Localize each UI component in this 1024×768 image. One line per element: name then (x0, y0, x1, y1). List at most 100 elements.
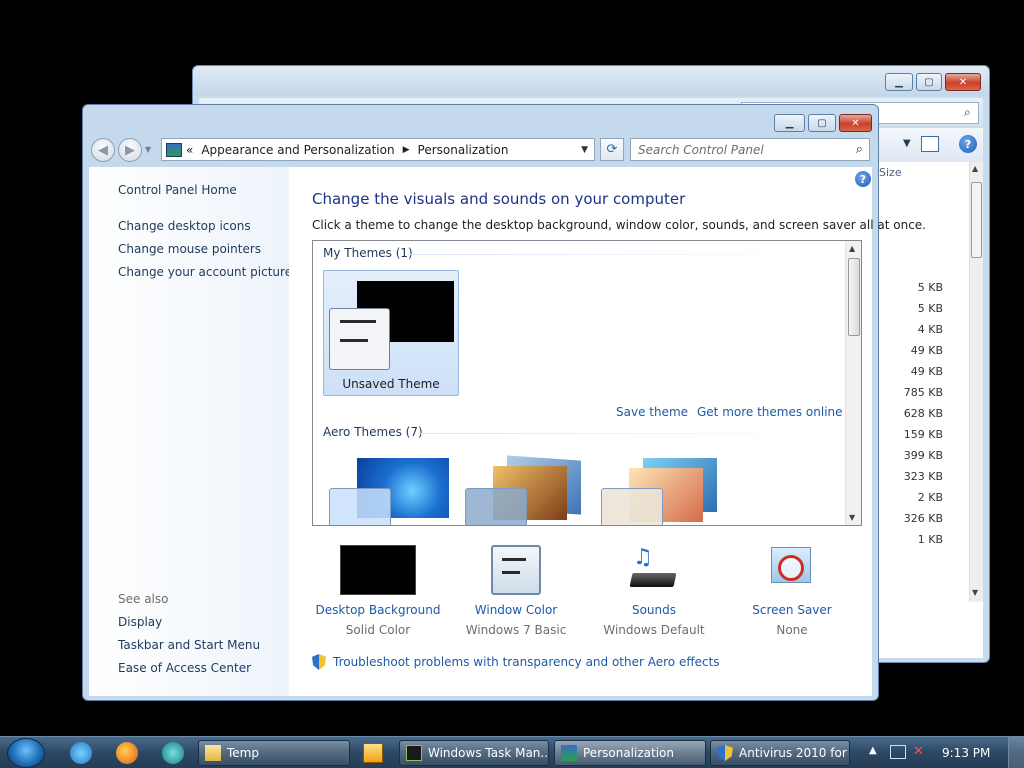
file-size-cell[interactable]: 326 KB (879, 512, 943, 525)
file-size-cell[interactable]: 49 KB (879, 344, 943, 357)
taskbar-button-task-manager[interactable]: Windows Task Man... (399, 740, 549, 766)
size-column-header[interactable]: Size (879, 166, 902, 179)
network-icon[interactable] (890, 745, 906, 759)
display-link[interactable]: Display (118, 615, 162, 629)
chevron-down-icon[interactable]: ▼ (903, 138, 911, 149)
taskbar-button-personalization[interactable]: Personalization (554, 740, 706, 766)
file-size-cell[interactable]: 4 KB (879, 323, 943, 336)
media-player-icon[interactable] (162, 742, 184, 764)
back-scroll-thumb[interactable] (971, 182, 982, 258)
file-size-cell[interactable]: 2 KB (879, 491, 943, 504)
back-maximize-button[interactable]: ▢ (916, 73, 942, 91)
sounds-link[interactable]: Sounds (584, 603, 724, 617)
taskbar-button-antivirus[interactable]: Antivirus 2010 for ... (710, 740, 850, 766)
taskbar-start-menu-link[interactable]: Taskbar and Start Menu (118, 638, 260, 652)
back-close-button[interactable]: ✕ (945, 73, 981, 91)
help-icon[interactable]: ? (959, 135, 977, 153)
change-mouse-pointers-link[interactable]: Change mouse pointers (118, 242, 261, 256)
preview-pane-icon[interactable] (921, 136, 939, 152)
aero-themes-heading[interactable]: Aero Themes (7) (323, 425, 423, 439)
personalization-window[interactable]: ▁ ▢ ✕ ◀ ▶ ▼ « Appearance and Personaliza… (82, 104, 926, 701)
themes-scrollbar[interactable]: ▲ ▼ (845, 241, 861, 525)
scroll-up-icon[interactable]: ▲ (849, 244, 855, 253)
recent-pages-icon[interactable]: ▼ (145, 145, 151, 154)
taskbar-label: Personalization (583, 746, 674, 760)
shield-icon (312, 654, 326, 670)
unsaved-theme-label: Unsaved Theme (342, 377, 440, 391)
breadcrumb-overflow[interactable]: « (186, 143, 193, 157)
windows7-theme-tile[interactable] (327, 458, 457, 525)
themes-list[interactable]: My Themes (1) Unsaved Theme Save theme G… (312, 240, 862, 526)
file-size-cell[interactable]: 785 KB (879, 386, 943, 399)
start-button[interactable] (7, 738, 45, 768)
save-theme-link[interactable]: Save theme (616, 405, 688, 419)
troubleshoot-row[interactable]: Troubleshoot problems with transparency … (312, 654, 720, 670)
internet-explorer-icon[interactable] (70, 742, 92, 764)
minimize-button[interactable]: ▁ (774, 114, 805, 132)
back-scrollbar[interactable]: ▲ ▼ (969, 162, 983, 602)
address-bar[interactable]: « Appearance and Personalization ▶ Perso… (161, 138, 595, 161)
file-size-cell[interactable]: 323 KB (879, 470, 943, 483)
media-icon[interactable] (363, 743, 383, 763)
address-dropdown-icon[interactable]: ▼ (581, 145, 588, 155)
clock[interactable]: 9:13 PM (942, 746, 990, 760)
troubleshoot-link[interactable]: Troubleshoot problems with transparency … (333, 655, 720, 669)
breadcrumb-personalization[interactable]: Personalization (418, 143, 509, 157)
file-size-cell[interactable]: 159 KB (879, 428, 943, 441)
help-icon[interactable]: ? (855, 171, 871, 187)
get-more-themes-link[interactable]: Get more themes online (697, 405, 843, 419)
preview-bar (340, 339, 368, 342)
main-content: ? Change the visuals and sounds on your … (289, 167, 926, 696)
theme-window-preview (329, 308, 390, 370)
file-size-cell[interactable]: 5 KB (879, 281, 943, 294)
ease-of-access-link[interactable]: Ease of Access Center (118, 661, 251, 675)
desktop-background-value: Solid Color (345, 623, 411, 637)
my-themes-heading[interactable]: My Themes (1) (323, 246, 413, 260)
architecture-theme-tile[interactable] (463, 455, 593, 525)
search-icon[interactable]: ⌕ (856, 142, 863, 157)
sounds-setting[interactable]: ♫ Sounds Windows Default (584, 545, 724, 637)
file-size-cell[interactable]: 49 KB (879, 365, 943, 378)
desktop-background-setting[interactable]: Desktop Background Solid Color (308, 545, 448, 637)
change-desktop-icons-link[interactable]: Change desktop icons (118, 219, 251, 233)
back-title-bar[interactable]: ▁ ▢ ✕ (193, 66, 989, 96)
screen-saver-link[interactable]: Screen Saver (722, 603, 862, 617)
themes-scroll-thumb[interactable] (848, 258, 860, 336)
forward-button[interactable]: ▶ (118, 138, 142, 162)
close-button[interactable]: ✕ (839, 114, 872, 132)
see-also-heading: See also (118, 592, 169, 606)
back-button[interactable]: ◀ (91, 138, 115, 162)
breadcrumb-appearance[interactable]: Appearance and Personalization (201, 143, 394, 157)
screen-saver-setting[interactable]: Screen Saver None (722, 545, 862, 637)
scroll-up-icon[interactable]: ▲ (972, 164, 978, 173)
maximize-button[interactable]: ▢ (808, 114, 836, 132)
desktop-background-link[interactable]: Desktop Background (308, 603, 448, 617)
window-color-setting[interactable]: Window Color Windows 7 Basic (446, 545, 586, 637)
file-size-cell[interactable]: 399 KB (879, 449, 943, 462)
characters-theme-tile[interactable] (599, 458, 729, 525)
back-toolbar: ▼ ? (879, 128, 983, 162)
breadcrumb-separator-icon[interactable]: ▶ (403, 145, 410, 155)
file-size-cell[interactable]: 628 KB (879, 407, 943, 420)
taskbar-button-temp[interactable]: Temp (198, 740, 350, 766)
firefox-icon[interactable] (116, 742, 138, 764)
unsaved-theme-tile[interactable]: Unsaved Theme (323, 270, 459, 396)
folder-icon (205, 745, 221, 761)
control-panel-home-link[interactable]: Control Panel Home (118, 183, 237, 197)
scroll-down-icon[interactable]: ▼ (849, 513, 855, 522)
back-minimize-button[interactable]: ▁ (885, 73, 913, 91)
show-hidden-icons-icon[interactable]: ▲ (869, 745, 877, 756)
file-size-cell[interactable]: 1 KB (879, 533, 943, 546)
security-alert-icon[interactable]: ✕ (913, 744, 924, 759)
glass-window-preview (465, 488, 527, 525)
show-desktop-button[interactable] (1008, 737, 1024, 768)
search-input[interactable]: Search Control Panel ⌕ (630, 138, 870, 161)
file-size-cell[interactable]: 5 KB (879, 302, 943, 315)
group-divider (408, 254, 838, 255)
window-color-link[interactable]: Window Color (446, 603, 586, 617)
scroll-down-icon[interactable]: ▼ (972, 588, 978, 597)
screen-saver-value: None (776, 623, 808, 637)
back-file-list: Size 5 KB 5 KB 4 KB 49 KB 49 KB 785 KB 628 KB 1… (879, 162, 983, 658)
change-account-picture-link[interactable]: Change your account picture (118, 265, 292, 279)
refresh-button[interactable]: ⟳ (600, 138, 624, 161)
